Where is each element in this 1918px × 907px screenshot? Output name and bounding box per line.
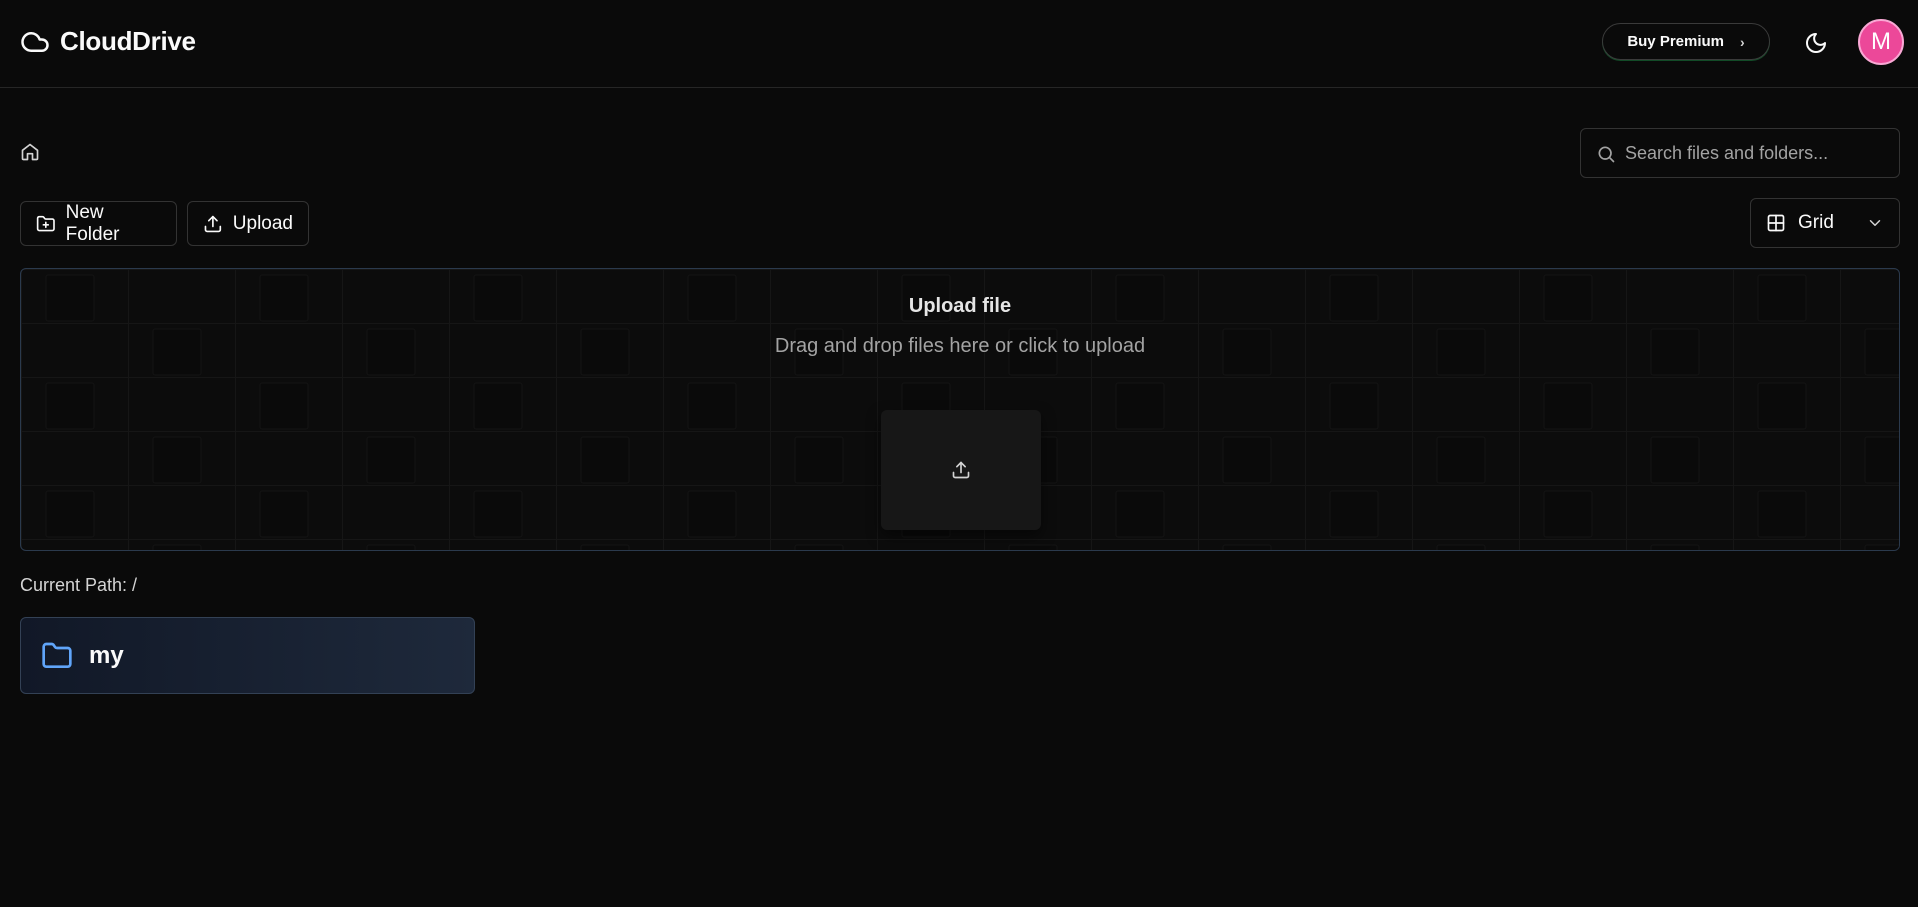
- upload-label: Upload: [232, 212, 293, 234]
- folder-icon: [42, 642, 72, 668]
- search-input[interactable]: [1625, 142, 1899, 164]
- chevron-right-icon: ›: [1740, 33, 1745, 50]
- upload-icon: [204, 215, 222, 232]
- brand-name: CloudDrive: [60, 26, 196, 56]
- buy-premium-label: Buy Premium: [1627, 33, 1725, 50]
- buy-premium-button[interactable]: Buy Premium ›: [1602, 23, 1770, 60]
- cloud-icon: [21, 31, 49, 52]
- view-mode-select[interactable]: Grid: [1750, 198, 1900, 248]
- upload-dropzone[interactable]: Upload file Drag and drop files here or …: [20, 268, 1900, 551]
- upload-icon: [952, 461, 970, 479]
- view-mode-label: Grid: [1798, 212, 1834, 233]
- app-header: CloudDrive Buy Premium › M: [0, 0, 1918, 88]
- moon-icon: [1806, 33, 1826, 53]
- upload-button[interactable]: Upload: [187, 201, 309, 246]
- avatar[interactable]: M: [1858, 19, 1904, 65]
- dropzone-upload-target[interactable]: [881, 410, 1041, 530]
- theme-toggle-button[interactable]: [1800, 27, 1832, 59]
- new-folder-button[interactable]: New Folder: [20, 201, 177, 246]
- folder-name: my: [89, 641, 124, 669]
- folder-plus-icon: [36, 215, 55, 231]
- home-icon: [21, 143, 39, 161]
- dropzone-title: Upload file: [908, 295, 1012, 317]
- brand-logo[interactable]: CloudDrive: [20, 26, 196, 57]
- search-icon: [1598, 146, 1615, 163]
- dropzone-subtitle: Drag and drop files here or click to upl…: [774, 335, 1146, 357]
- folder-card[interactable]: my: [20, 617, 475, 694]
- current-path: Current Path: /: [20, 575, 138, 595]
- chevron-down-icon: [1869, 220, 1881, 226]
- search-box: [1580, 128, 1900, 178]
- new-folder-label: New Folder: [65, 201, 120, 245]
- grid-icon: [1767, 214, 1785, 232]
- breadcrumb-home[interactable]: [20, 142, 40, 162]
